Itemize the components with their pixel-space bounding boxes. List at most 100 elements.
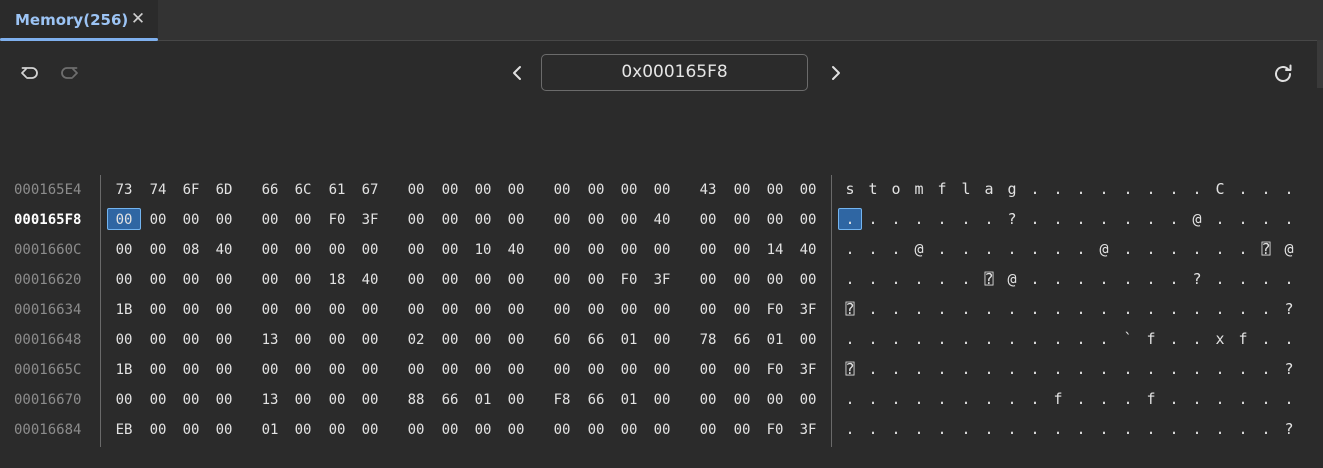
ascii-char[interactable]: ? <box>1280 300 1298 318</box>
ascii-char[interactable]: . <box>1072 420 1090 438</box>
hex-byte[interactable]: 00 <box>258 272 282 288</box>
hex-byte[interactable]: 00 <box>212 302 236 318</box>
ascii-char[interactable]: . <box>1165 360 1183 378</box>
hex-byte[interactable]: 00 <box>504 362 528 378</box>
hex-byte[interactable]: 00 <box>112 392 136 408</box>
hex-byte[interactable]: 01 <box>763 332 787 348</box>
ascii-char[interactable]: . <box>1234 420 1252 438</box>
hex-byte[interactable]: 00 <box>146 272 170 288</box>
ascii-char[interactable]: . <box>980 210 998 228</box>
hex-byte[interactable]: 43 <box>696 182 720 198</box>
ascii-char[interactable]: . <box>1165 420 1183 438</box>
ascii-char[interactable]: . <box>933 390 951 408</box>
hex-byte[interactable]: 00 <box>696 212 720 228</box>
ascii-char[interactable]: . <box>887 420 905 438</box>
hex-byte[interactable]: 00 <box>504 392 528 408</box>
hex-byte[interactable]: 00 <box>584 182 608 198</box>
ascii-char[interactable]: . <box>1211 360 1229 378</box>
hex-byte[interactable]: 10 <box>471 242 495 258</box>
hex-byte[interactable]: 00 <box>471 422 495 438</box>
ascii-char[interactable]: . <box>887 360 905 378</box>
ascii-char[interactable]: o <box>887 180 905 198</box>
ascii-char[interactable]: . <box>957 240 975 258</box>
ascii-char[interactable]: . <box>1234 390 1252 408</box>
ascii-char[interactable]: l <box>957 180 975 198</box>
chevron-left-icon[interactable] <box>507 62 527 84</box>
ascii-char[interactable]: . <box>864 390 882 408</box>
ascii-char[interactable]: . <box>1188 300 1206 318</box>
hex-byte[interactable]: 78 <box>696 332 720 348</box>
ascii-char[interactable]: . <box>1095 270 1113 288</box>
hex-byte[interactable]: 00 <box>730 392 754 408</box>
ascii-char[interactable]: . <box>957 270 975 288</box>
hex-byte[interactable]: 00 <box>146 422 170 438</box>
hex-byte[interactable]: 66 <box>438 392 462 408</box>
hex-byte[interactable]: 00 <box>504 422 528 438</box>
hex-byte[interactable]: 00 <box>404 182 428 198</box>
hex-byte[interactable]: 00 <box>146 212 170 228</box>
ascii-char[interactable]: . <box>1257 420 1275 438</box>
hex-byte[interactable]: 73 <box>112 182 136 198</box>
ascii-char[interactable]: t <box>864 180 882 198</box>
ascii-char[interactable]: x <box>1211 330 1229 348</box>
ascii-char[interactable]: . <box>1049 240 1067 258</box>
hex-byte[interactable]: 00 <box>404 212 428 228</box>
hex-byte[interactable]: 00 <box>550 272 574 288</box>
ascii-char[interactable]: . <box>1119 270 1137 288</box>
ascii-char[interactable]: . <box>887 300 905 318</box>
hex-byte[interactable]: 00 <box>179 272 203 288</box>
hex-byte[interactable]: 1B <box>112 302 136 318</box>
hex-byte[interactable]: 00 <box>438 212 462 228</box>
hex-byte[interactable]: 00 <box>504 272 528 288</box>
ascii-char[interactable]: . <box>1257 300 1275 318</box>
hex-byte[interactable]: 00 <box>650 362 674 378</box>
hex-byte[interactable]: 40 <box>650 212 674 228</box>
ascii-char[interactable]: @ <box>1095 240 1113 258</box>
hex-byte[interactable]: 00 <box>584 362 608 378</box>
hex-byte[interactable]: 00 <box>291 242 315 258</box>
hex-byte[interactable]: 00 <box>291 362 315 378</box>
hex-byte[interactable]: 00 <box>730 242 754 258</box>
redo-icon[interactable] <box>58 62 80 84</box>
hex-byte[interactable]: 00 <box>763 182 787 198</box>
ascii-char[interactable]: . <box>1234 180 1252 198</box>
hex-byte[interactable]: 00 <box>584 272 608 288</box>
hex-byte[interactable]: 00 <box>325 332 349 348</box>
ascii-char[interactable]: . <box>1095 360 1113 378</box>
hex-byte[interactable]: 3F <box>650 272 674 288</box>
ascii-char[interactable]: . <box>933 330 951 348</box>
hex-byte[interactable]: 00 <box>617 302 641 318</box>
ascii-char[interactable]: . <box>841 420 859 438</box>
hex-byte[interactable]: 08 <box>179 242 203 258</box>
hex-byte[interactable]: F8 <box>550 392 574 408</box>
hex-byte[interactable]: 01 <box>617 392 641 408</box>
hex-byte[interactable]: 00 <box>146 392 170 408</box>
hex-byte[interactable]: 00 <box>471 212 495 228</box>
hex-byte[interactable]: 00 <box>763 392 787 408</box>
hex-byte[interactable]: 6D <box>212 182 236 198</box>
ascii-char[interactable]: . <box>887 390 905 408</box>
hex-byte[interactable]: 00 <box>325 392 349 408</box>
ascii-char[interactable]: . <box>1026 420 1044 438</box>
ascii-char[interactable]: . <box>1026 300 1044 318</box>
ascii-char[interactable]: . <box>1257 360 1275 378</box>
ascii-char[interactable]: ? <box>1003 210 1021 228</box>
hex-byte[interactable]: 00 <box>404 422 428 438</box>
hex-byte[interactable]: 00 <box>550 212 574 228</box>
ascii-char[interactable]: . <box>980 300 998 318</box>
ascii-char[interactable]: f <box>1142 390 1160 408</box>
ascii-char[interactable]: . <box>1072 330 1090 348</box>
hex-byte[interactable]: 00 <box>212 332 236 348</box>
hex-byte[interactable]: 01 <box>617 332 641 348</box>
hex-byte[interactable]: 00 <box>291 422 315 438</box>
hex-byte[interactable]: 00 <box>438 362 462 378</box>
ascii-char[interactable]: . <box>957 210 975 228</box>
hex-byte[interactable]: F0 <box>617 272 641 288</box>
ascii-char[interactable]: . <box>1049 210 1067 228</box>
hex-byte[interactable]: 00 <box>730 422 754 438</box>
hex-byte[interactable]: 1B <box>112 362 136 378</box>
hex-byte[interactable]: 00 <box>112 212 136 228</box>
hex-byte[interactable]: 40 <box>504 242 528 258</box>
ascii-char[interactable]: . <box>1119 390 1137 408</box>
hex-byte[interactable]: 00 <box>584 302 608 318</box>
